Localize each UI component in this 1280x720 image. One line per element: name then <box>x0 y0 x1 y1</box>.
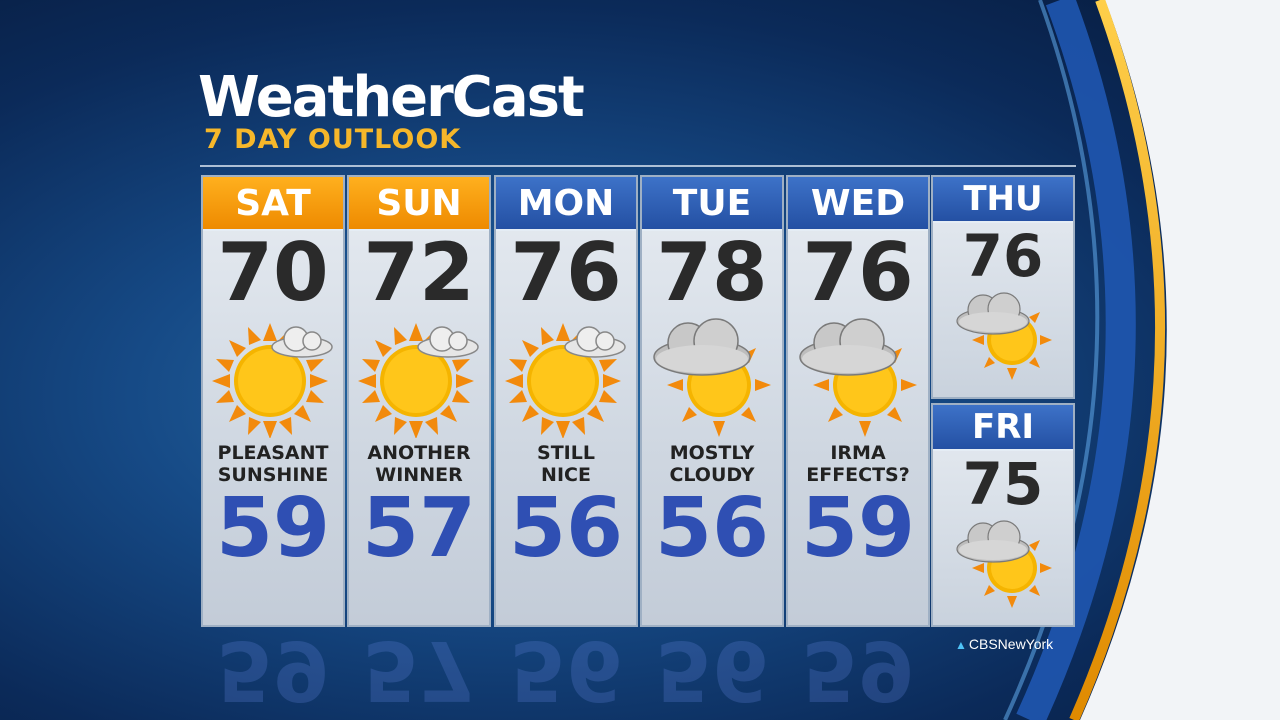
high-temp: 78 <box>656 226 768 319</box>
high-temp: 76 <box>510 226 622 319</box>
day-panel-mon: MON 76 STILL NICE 56 <box>494 175 638 627</box>
page-subtitle: 7 DAY OUTLOOK <box>204 124 462 155</box>
low-temp-reflection: 59 <box>800 630 916 717</box>
day-panel-fri: FRI 75 <box>931 403 1075 627</box>
low-temp: 57 <box>361 481 477 576</box>
high-temp: 76 <box>962 222 1044 290</box>
social-credit: ▲ CBSNewYork <box>955 636 1053 652</box>
day-label: THU <box>933 177 1073 223</box>
mostly-cloudy-icon <box>799 318 917 437</box>
high-temp: 70 <box>217 226 329 319</box>
day-label: WED <box>788 177 928 231</box>
mostly-cloudy-icon <box>956 520 1052 608</box>
day-label: MON <box>496 177 636 231</box>
day-label: SAT <box>203 177 343 231</box>
day-panel-sat: SAT 70 PLEASANT SUNSHINE 59 <box>201 175 345 627</box>
day-panel-tue: TUE 78 MOSTLY CLOUDY 56 <box>640 175 784 627</box>
desc-line1: IRMA <box>830 442 886 464</box>
day-label: TUE <box>642 177 782 231</box>
low-temp-reflection: 56 <box>654 630 770 717</box>
day-label: SUN <box>349 177 489 231</box>
desc-line1: ANOTHER <box>367 442 471 464</box>
low-temp: 59 <box>215 481 331 576</box>
low-temp: 56 <box>654 481 770 576</box>
day-panel-wed: WED 76 IRMA EFFECTS? 59 <box>786 175 930 627</box>
desc-line1: MOSTLY <box>669 442 755 464</box>
high-temp: 76 <box>802 226 914 319</box>
desc-line1: PLEASANT <box>217 442 329 464</box>
mostly-cloudy-icon <box>653 318 771 437</box>
day-panel-sun: SUN 72 ANOTHER WINNER 57 <box>347 175 491 627</box>
mostly-cloudy-icon <box>956 292 1052 380</box>
day-panel-thu: THU 76 <box>931 175 1075 399</box>
credit-handle: CBSNewYork <box>968 636 1054 652</box>
low-temp: 59 <box>800 481 916 576</box>
low-temp-reflection: 56 <box>508 630 624 717</box>
day-label: FRI <box>933 405 1073 451</box>
high-temp: 72 <box>363 226 475 319</box>
sun-small-cloud-icon <box>358 323 479 438</box>
brand-title: WeatherCast <box>198 65 585 130</box>
high-temp: 75 <box>962 450 1044 518</box>
desc-line1: STILL <box>537 442 595 464</box>
low-temp-reflection: 57 <box>361 630 477 717</box>
low-temp-reflection: 59 <box>215 630 331 717</box>
twitter-bird-icon: ▲ <box>955 638 967 652</box>
low-temp: 56 <box>508 481 624 576</box>
sun-small-cloud-icon <box>505 323 626 438</box>
sun-small-cloud-icon <box>212 323 333 438</box>
divider <box>200 165 1076 167</box>
